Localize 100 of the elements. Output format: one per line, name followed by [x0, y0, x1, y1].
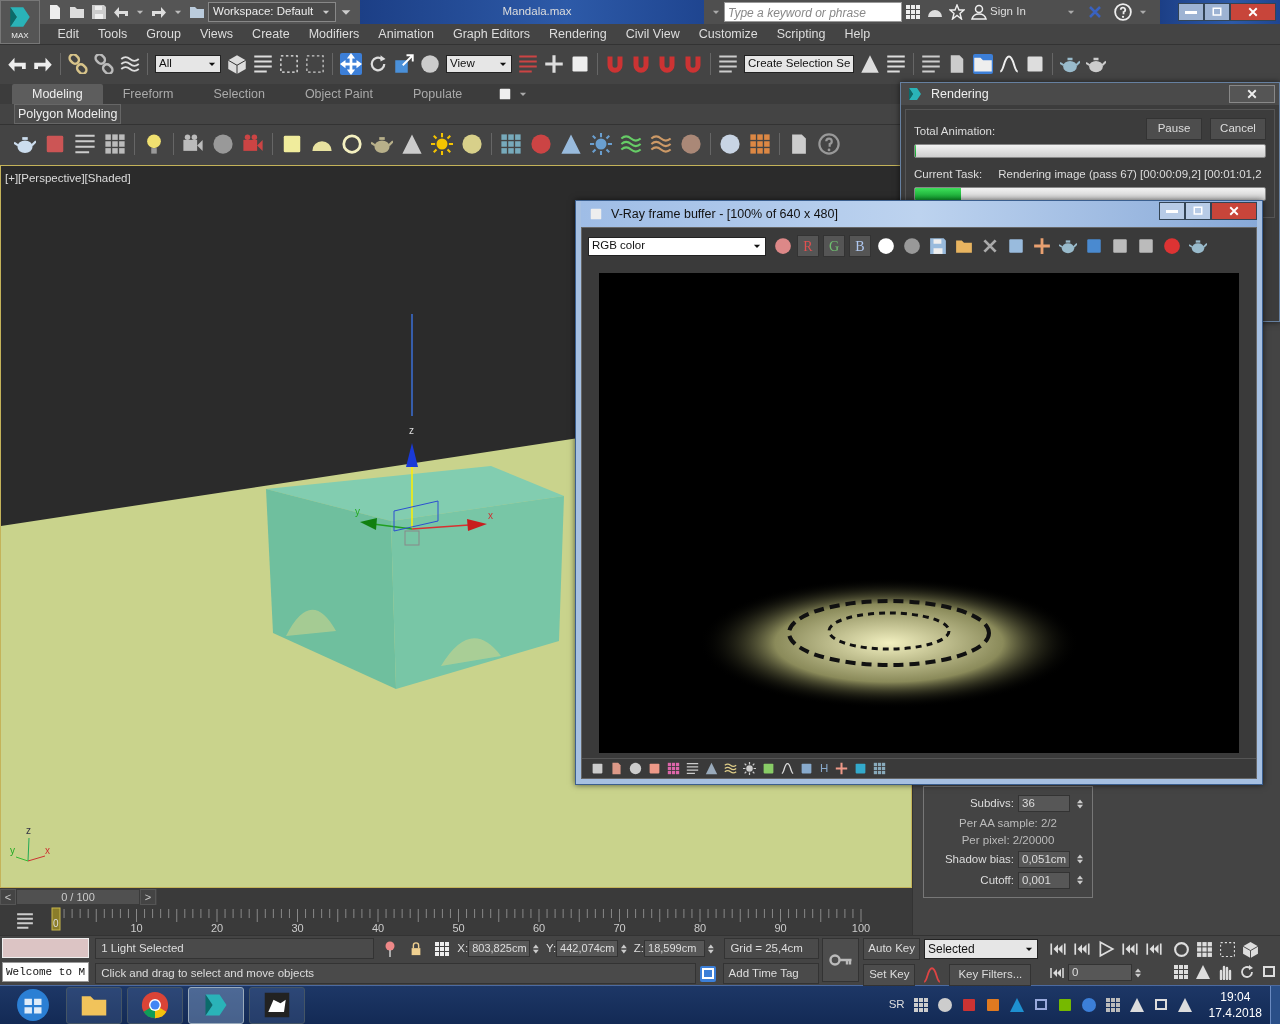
project-folder-icon[interactable] — [189, 4, 205, 20]
workspace-dropdown[interactable]: Workspace: Default — [208, 2, 336, 22]
axis-cross-icon[interactable] — [544, 53, 564, 74]
list-icon[interactable] — [74, 132, 96, 155]
clock-time[interactable]: 19:04 — [1220, 989, 1251, 1005]
coordinate-field[interactable]: 803,825cm — [468, 940, 531, 957]
hdr-label[interactable]: H — [820, 759, 829, 778]
go-to-start-icon[interactable] — [1049, 940, 1067, 958]
key-set-dropdown[interactable]: Selected — [924, 939, 1038, 959]
save-icon[interactable] — [91, 4, 107, 20]
new-file-icon[interactable] — [47, 4, 63, 20]
auto-key-button[interactable]: Auto Key — [863, 938, 920, 960]
cone-icon[interactable] — [401, 132, 423, 155]
time-slider-track[interactable]: < 0 / 100 > — [0, 888, 912, 906]
search-field[interactable]: Type a keyword or phrase — [724, 2, 902, 22]
rotate-icon[interactable] — [368, 53, 388, 74]
previous-frame-button[interactable]: < — [0, 889, 16, 905]
set-key-button[interactable]: Set Key — [863, 964, 916, 986]
link-icon[interactable] — [68, 53, 88, 74]
open-folder-icon[interactable] — [69, 4, 85, 20]
coordinate-system-dropdown[interactable]: View — [446, 54, 512, 73]
add-time-tag-button[interactable]: Add Time Tag — [722, 963, 820, 984]
channel-toggle-button[interactable]: B — [849, 235, 871, 257]
menu-item[interactable]: Animation — [368, 24, 444, 44]
previous-frame-icon[interactable] — [1073, 940, 1091, 958]
unlink-icon[interactable] — [94, 53, 114, 74]
dashed-rectangle-icon[interactable] — [279, 53, 299, 74]
table-icon[interactable] — [104, 132, 126, 155]
track-bar-menu-icon[interactable] — [16, 911, 34, 930]
pyramid-icon[interactable] — [560, 132, 582, 155]
close-button[interactable] — [1211, 202, 1257, 220]
network-monitor-icon[interactable] — [1152, 997, 1169, 1013]
menu-item[interactable]: Create — [242, 24, 300, 44]
number-field[interactable]: 0,001 — [1018, 871, 1070, 889]
key-filters-button[interactable]: Key Filters... — [949, 964, 1032, 986]
list-icon[interactable] — [921, 53, 941, 74]
taskbar-app-button[interactable] — [66, 986, 122, 1024]
ball-icon[interactable] — [680, 132, 702, 155]
sphere-light-icon[interactable] — [341, 132, 363, 155]
menu-item[interactable]: Civil View — [616, 24, 690, 44]
wavy-lines-icon[interactable] — [120, 53, 140, 74]
clear-icon[interactable] — [981, 237, 999, 255]
script-output-field[interactable]: Welcome to M — [2, 962, 90, 982]
minimize-button[interactable] — [1159, 202, 1185, 220]
help-icon[interactable] — [818, 132, 840, 155]
menu-item[interactable]: Edit — [48, 24, 89, 44]
maximize-viewport-icon[interactable] — [1261, 964, 1277, 980]
cube-cursor-icon[interactable] — [227, 53, 247, 74]
sphere-icon[interactable] — [719, 132, 741, 155]
menu-item[interactable]: Group — [136, 24, 191, 44]
app-menu-button[interactable]: MAX — [0, 0, 40, 44]
orbit-icon[interactable] — [1239, 964, 1255, 980]
menu-item[interactable]: Rendering — [539, 24, 617, 44]
ribbon-tab[interactable]: Object Paint — [284, 83, 393, 105]
save-icon[interactable] — [929, 237, 947, 255]
move-icon[interactable] — [340, 52, 362, 75]
frame-field[interactable]: 0 — [1068, 964, 1132, 981]
time-slider-thumb[interactable]: < 0 / 100 > — [0, 889, 157, 905]
taskbar-app-button[interactable] — [127, 986, 183, 1024]
selection-set-field[interactable]: Create Selection Se — [744, 54, 854, 73]
menu-item[interactable]: Graph Editors — [443, 24, 540, 44]
coordinate-field[interactable]: 18,599cm — [644, 940, 705, 957]
ribbon-tab[interactable]: Populate — [392, 83, 483, 105]
crosshair-icon[interactable] — [1033, 237, 1051, 255]
number-field[interactable]: 0,051cm — [1018, 850, 1070, 868]
curve-graph-icon[interactable] — [999, 53, 1019, 74]
sun-icon[interactable] — [431, 132, 453, 155]
star-icon[interactable] — [949, 4, 965, 20]
next-frame-button[interactable]: > — [140, 889, 156, 905]
ribbon-tab[interactable]: Modeling — [12, 83, 103, 105]
channel-dropdown[interactable]: RGB color — [588, 236, 766, 256]
maximize-button[interactable] — [1185, 202, 1211, 220]
set-keys-button[interactable] — [822, 938, 860, 982]
ribbon-tab[interactable]: Selection — [193, 83, 285, 105]
sphere-icon[interactable] — [461, 132, 483, 155]
menu-item[interactable]: Scripting — [767, 24, 835, 44]
language-indicator[interactable]: SR — [888, 996, 905, 1014]
menu-item[interactable]: Tools — [88, 24, 137, 44]
teapot-icon[interactable] — [1189, 237, 1207, 255]
sphere-icon[interactable] — [903, 237, 921, 255]
teapot-icon[interactable] — [1059, 237, 1077, 255]
scale-icon[interactable] — [394, 53, 414, 74]
list-cursor-icon[interactable] — [253, 53, 273, 74]
zoom-icon[interactable] — [1173, 940, 1190, 958]
pause-button[interactable]: Pause — [1146, 118, 1202, 140]
clock-date[interactable]: 17.4.2018 — [1208, 1005, 1262, 1021]
sign-in-link[interactable]: Sign In — [990, 3, 1026, 21]
play-icon[interactable] — [1097, 940, 1115, 958]
taskbar-app-button[interactable] — [249, 986, 305, 1024]
circle-icon[interactable] — [877, 237, 895, 255]
close-button[interactable] — [1229, 85, 1275, 103]
grid-panel-icon[interactable] — [749, 132, 771, 155]
curve-icon[interactable] — [781, 762, 794, 775]
user-icon[interactable] — [971, 4, 987, 20]
coordinate-field[interactable]: 442,074cm — [556, 940, 619, 957]
cancel-button[interactable]: Cancel — [1210, 118, 1266, 140]
script-listener-field[interactable] — [2, 938, 90, 958]
align-icon[interactable] — [886, 53, 906, 74]
triangle-logo-icon[interactable] — [1008, 997, 1025, 1013]
menu-item[interactable]: Help — [834, 24, 880, 44]
